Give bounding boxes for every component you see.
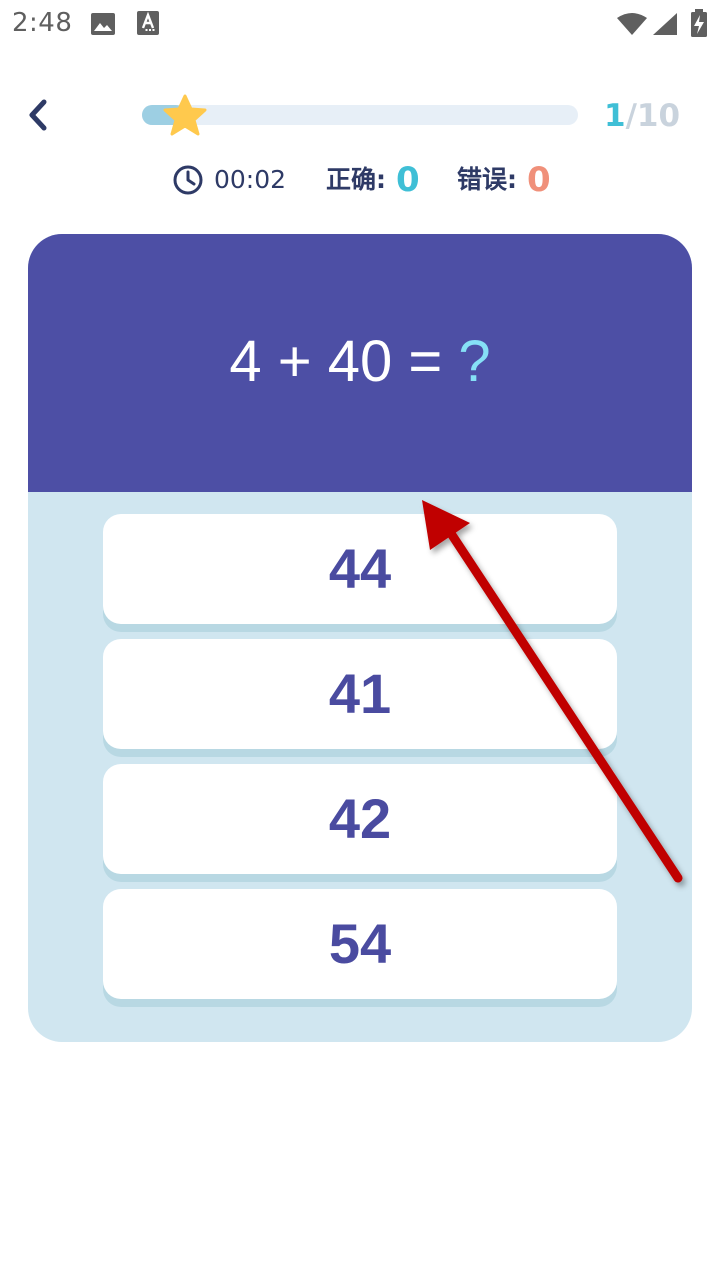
battery-charging-icon (691, 9, 707, 37)
wifi-icon (617, 13, 647, 35)
chevron-left-icon (29, 99, 47, 131)
correct-count: 0 (396, 160, 420, 200)
quiz-screen: 2:48 1/10 00:02 正确: 0 错误: 0 4 + 40 = ? 4… (0, 0, 720, 1280)
question-card: 4 + 40 = ? 44 41 42 54 (28, 234, 692, 1042)
font-download-icon (137, 11, 159, 35)
answer-option-1[interactable]: 44 (103, 514, 617, 624)
back-button[interactable] (18, 92, 60, 138)
answer-option-3[interactable]: 42 (103, 764, 617, 874)
counter-separator: / (625, 98, 637, 134)
timer-text: 00:02 (214, 165, 287, 194)
answer-option-label: 44 (328, 537, 392, 600)
counter-total: 10 (636, 98, 681, 134)
question-unknown: ? (458, 329, 491, 394)
image-icon (91, 13, 115, 35)
star-icon (163, 94, 207, 136)
correct-label: 正确: (326, 165, 386, 194)
answer-option-2[interactable]: 41 (103, 639, 617, 749)
question-counter: 1/10 (604, 98, 680, 134)
status-time: 2:48 (12, 8, 73, 38)
question-text: 4 + 40 = ? (28, 326, 692, 398)
answer-option-4[interactable]: 54 (103, 889, 617, 999)
answer-option-label: 41 (328, 662, 392, 725)
clock-icon (173, 165, 203, 195)
status-bar: 2:48 (0, 0, 720, 48)
counter-current: 1 (604, 98, 626, 134)
wrong-label: 错误: (457, 165, 517, 194)
question-expression: 4 + 40 = (229, 329, 459, 394)
answer-option-label: 42 (328, 787, 392, 850)
question-panel: 4 + 40 = ? (28, 234, 692, 492)
cellular-signal-icon (653, 13, 677, 35)
wrong-count: 0 (527, 160, 551, 200)
answer-option-label: 54 (328, 912, 392, 975)
